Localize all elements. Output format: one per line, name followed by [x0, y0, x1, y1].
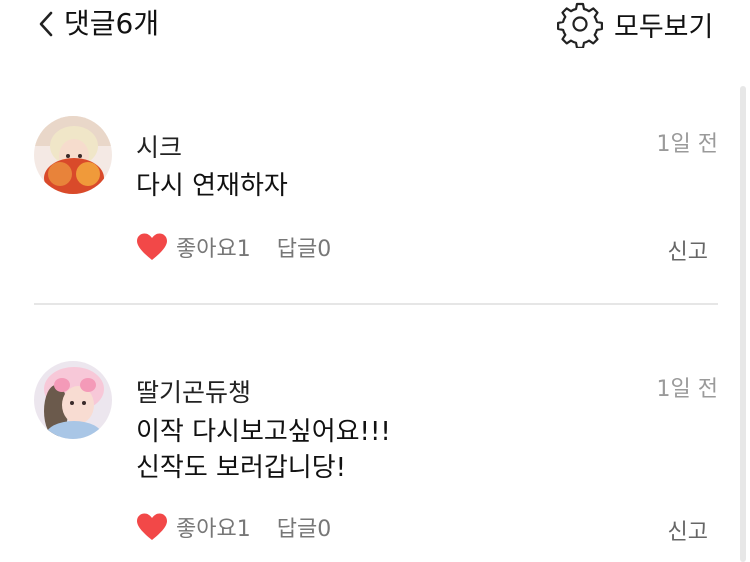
chevron-left-icon	[39, 11, 53, 37]
comment-actions: 좋아요1 답글0	[136, 230, 331, 264]
heart-icon[interactable]	[136, 512, 168, 542]
heart-icon[interactable]	[136, 232, 168, 262]
reply-count[interactable]: 답글0	[277, 231, 331, 263]
comment-time: 1일 전	[656, 132, 718, 157]
like-count[interactable]: 좋아요1	[176, 511, 251, 543]
header: 댓글6개 모두보기	[0, 0, 750, 52]
avatar[interactable]	[34, 361, 112, 439]
page-title: 댓글6개	[64, 7, 160, 40]
comment-body: 이작 다시보고싶어요!!! 신작도 보러갑니당!	[136, 417, 391, 483]
back-button[interactable]	[34, 8, 58, 40]
view-all-button[interactable]: 모두보기	[556, 2, 714, 48]
comment-divider	[34, 303, 718, 305]
reply-count[interactable]: 답글0	[277, 511, 331, 543]
avatar[interactable]	[34, 116, 112, 194]
comments-screen: 댓글6개 모두보기 시크 1일 전 다시 연재하자 좋아요1 답글0 신고 딸기…	[0, 0, 750, 562]
like-count[interactable]: 좋아요1	[176, 231, 251, 263]
comment-author[interactable]: 시크	[136, 128, 182, 164]
view-all-label: 모두보기	[614, 11, 714, 43]
comment-author[interactable]: 딸기곤듀챙	[136, 373, 251, 409]
avatar-image	[34, 361, 112, 439]
report-button[interactable]: 신고	[668, 234, 708, 266]
avatar-image	[34, 116, 112, 194]
comment-actions: 좋아요1 답글0	[136, 510, 331, 544]
scrollbar[interactable]	[740, 86, 746, 562]
gear-icon	[557, 2, 603, 48]
report-button[interactable]: 신고	[668, 514, 708, 546]
comment-body: 다시 연재하자	[136, 171, 288, 201]
comment-time: 1일 전	[656, 377, 718, 402]
